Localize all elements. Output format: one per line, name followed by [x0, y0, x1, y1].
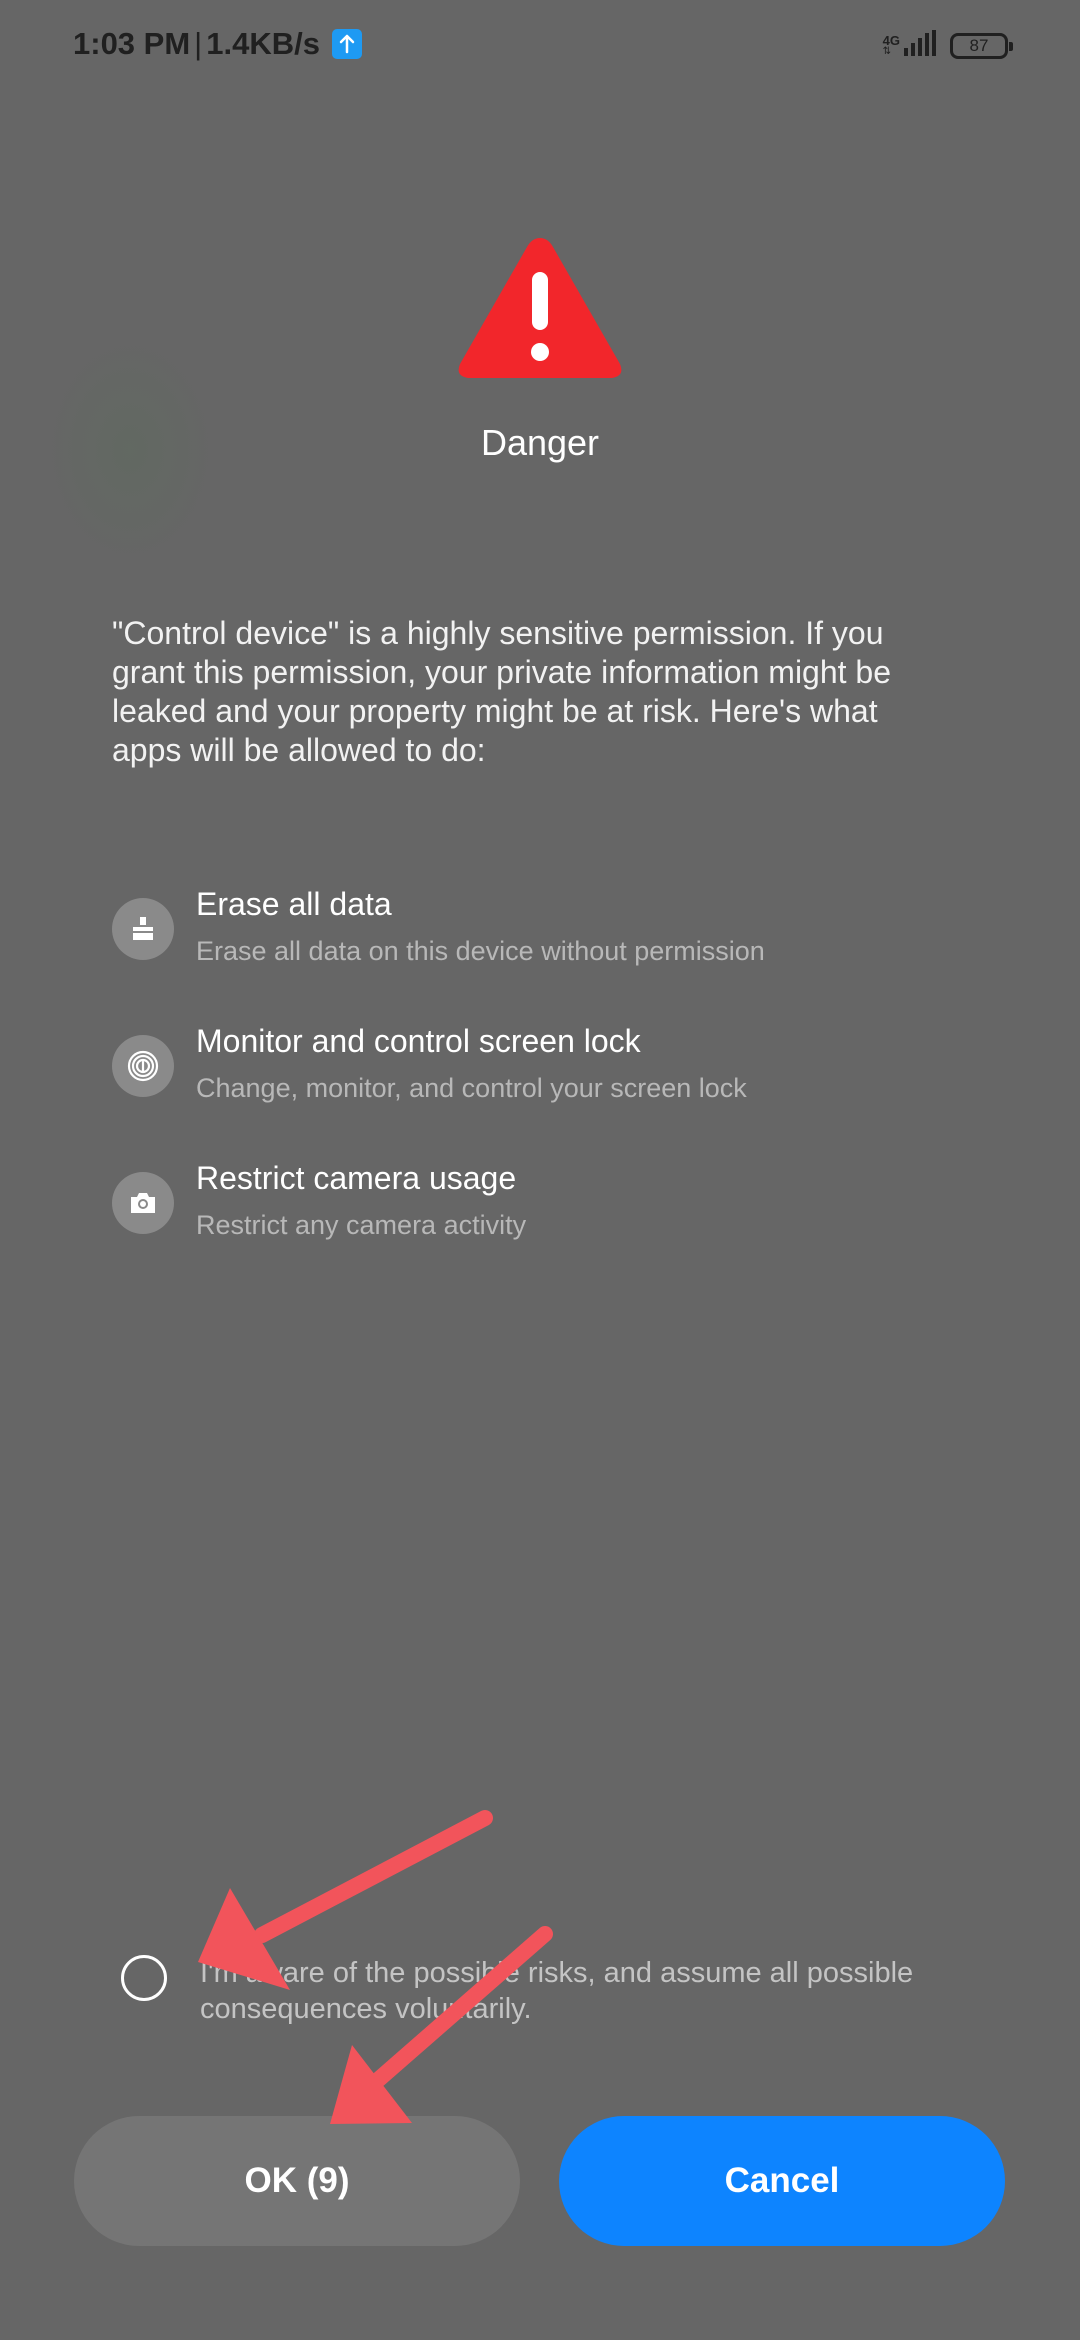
fingerprint-icon: [112, 1035, 174, 1097]
permission-subtitle: Change, monitor, and control your screen…: [196, 1073, 747, 1103]
upload-icon: [331, 29, 362, 59]
warning-icon: [452, 230, 628, 391]
permission-item-camera: Restrict camera usage Restrict any camer…: [112, 1160, 972, 1260]
permission-subtitle: Erase all data on this device without pe…: [196, 936, 765, 966]
erase-icon: [112, 898, 174, 960]
permission-description: "Control device" is a highly sensitive p…: [112, 615, 892, 768]
battery-icon: 87: [950, 32, 1013, 59]
permission-subtitle: Restrict any camera activity: [196, 1210, 527, 1240]
network-speed: 1.4KB/s: [206, 26, 320, 61]
camera-icon: [112, 1172, 174, 1234]
permission-title: Restrict camera usage: [196, 1160, 517, 1196]
status-separator: |: [194, 26, 203, 61]
ok-button[interactable]: OK (9): [74, 2116, 520, 2246]
cancel-button[interactable]: Cancel: [559, 2116, 1005, 2246]
signal-icon: [904, 30, 936, 61]
consent-checkbox[interactable]: [121, 1955, 167, 2001]
consent-label[interactable]: I'm aware of the possible risks, and ass…: [200, 1955, 960, 2027]
data-activity-icon: ⇅: [882, 46, 892, 57]
network-indicator: 4G ⇅: [883, 34, 900, 57]
permission-title: Monitor and control screen lock: [196, 1023, 641, 1059]
status-right: 4G ⇅ 87: [883, 30, 1013, 61]
permission-item-screen-lock: Monitor and control screen lock Change, …: [112, 1023, 972, 1123]
status-time: 1:03 PM: [73, 26, 191, 61]
dialog-title: Danger: [480, 422, 600, 463]
permission-item-erase: Erase all data Erase all data on this de…: [112, 886, 972, 986]
status-left: 1:03 PM | 1.4KB/s: [73, 26, 362, 62]
permission-title: Erase all data: [196, 886, 392, 922]
battery-level: 87: [969, 35, 989, 55]
status-bar: 1:03 PM | 1.4KB/s 4G ⇅ 87: [0, 0, 1080, 92]
